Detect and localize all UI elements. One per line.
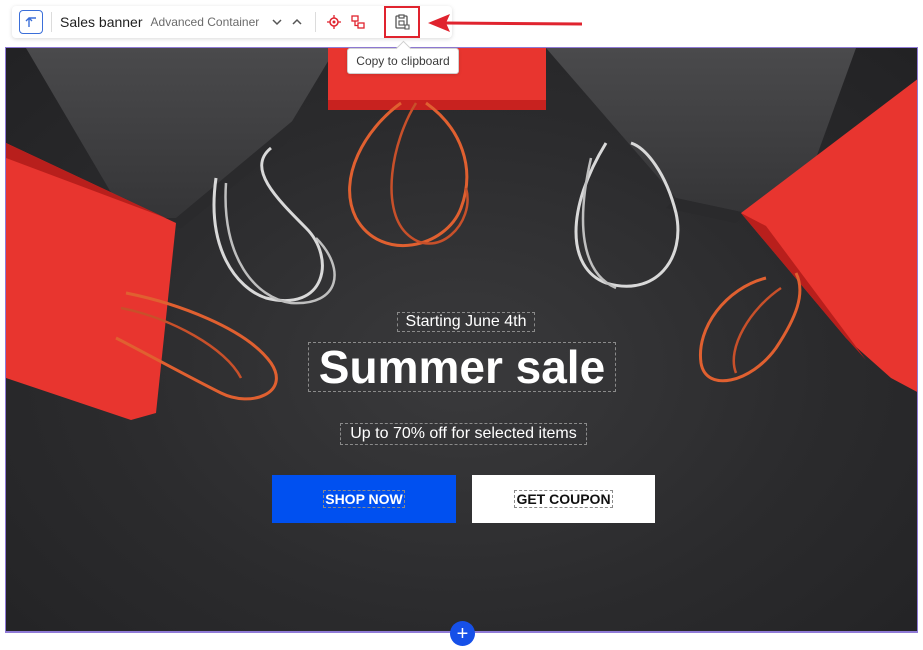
structure-button[interactable] [348,12,368,32]
shop-now-label: SHOP NOW [323,490,405,508]
copy-to-clipboard-button[interactable] [384,6,420,38]
element-title: Sales banner [60,14,143,30]
banner-headline[interactable]: Summer sale [308,341,616,393]
annotation-arrow [428,14,583,32]
add-element-button[interactable]: + [450,621,475,646]
get-coupon-label: GET COUPON [514,490,613,508]
chevron-down-icon [272,19,282,26]
clipboard-icon [395,14,410,30]
structure-icon [351,15,365,29]
target-icon [327,15,342,29]
collapse-button[interactable] [267,12,287,32]
plus-icon: + [456,622,469,645]
shop-now-button[interactable]: SHOP NOW [272,475,456,523]
get-coupon-button[interactable]: GET COUPON [472,475,655,523]
banner-subheading[interactable]: Up to 70% off for selected items [340,423,587,445]
chevron-up-icon [292,18,302,25]
tooltip: Copy to clipboard [347,48,459,74]
select-parent-icon [25,17,36,27]
banner-content: Starting June 4th Summer sale Up to 70% … [6,48,917,631]
sales-banner-container[interactable]: Starting June 4th Summer sale Up to 70% … [5,47,918,632]
toolbar-divider [51,12,52,32]
toolbar-divider [315,12,317,32]
element-type: Advanced Container [150,15,260,29]
locate-button[interactable] [324,12,344,32]
select-parent-button[interactable] [19,10,43,34]
expand-button[interactable] [287,12,307,32]
banner-eyebrow[interactable]: Starting June 4th [397,312,535,332]
